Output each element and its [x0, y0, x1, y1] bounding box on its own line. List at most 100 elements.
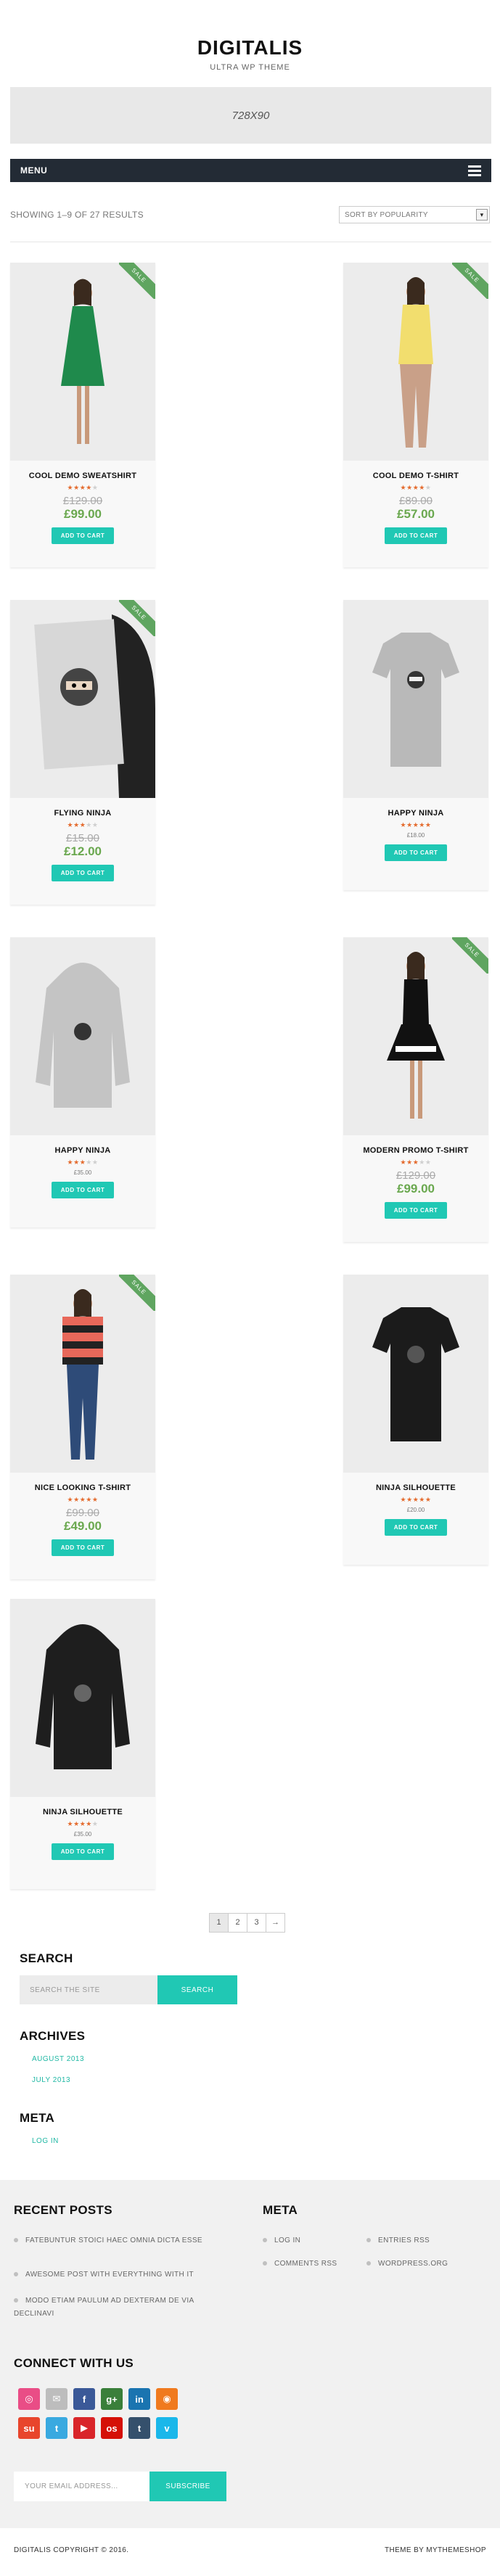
- sale-badge: SALE: [119, 263, 155, 299]
- star-rating: ★★★★★: [10, 1820, 155, 1828]
- add-to-cart-button[interactable]: ADD TO CART: [384, 844, 448, 861]
- star-icon: ★: [79, 1496, 86, 1503]
- rss-icon[interactable]: ◉: [156, 2388, 178, 2410]
- star-icon: ★: [86, 484, 92, 491]
- original-price: £129.00: [396, 1169, 436, 1182]
- product-image[interactable]: [343, 600, 488, 798]
- sort-select[interactable]: SORT BY POPULARITY ▾: [339, 206, 490, 223]
- search-button[interactable]: SEARCH: [157, 1975, 237, 2004]
- footer-meta-login[interactable]: LOG IN: [263, 2236, 300, 2244]
- product-card[interactable]: SALE MODERN PROMO T-SHIRT ★★★★★ £129.00 £99.…: [343, 937, 488, 1242]
- product-card[interactable]: SALE NICE LOOKING T-SHIRT ★★★★★ £99.00 £49.0…: [10, 1275, 155, 1579]
- meta-widget-title: META: [20, 2111, 55, 2125]
- theme-credit[interactable]: THEME BY MYTHEMESHOP: [385, 2546, 486, 2554]
- star-rating: ★★★★★: [343, 1496, 488, 1504]
- linkedin-icon[interactable]: in: [128, 2388, 150, 2410]
- product-title[interactable]: HAPPY NINJA: [10, 1146, 155, 1155]
- product-info: HAPPY NINJA ★★★★★ £18.00 ADD TO CART: [343, 798, 488, 890]
- star-rating: ★★★★★: [343, 484, 488, 492]
- site-logo[interactable]: DIGITALIS: [0, 36, 500, 59]
- add-to-cart-button[interactable]: ADD TO CART: [51, 865, 115, 881]
- newsletter-email-input[interactable]: YOUR EMAIL ADDRESS...: [14, 2472, 149, 2501]
- lastfm-icon[interactable]: os: [101, 2417, 123, 2439]
- add-to-cart-button[interactable]: ADD TO CART: [51, 1539, 115, 1556]
- archive-link-july[interactable]: JULY 2013: [32, 2076, 70, 2084]
- archive-link-august[interactable]: AUGUST 2013: [32, 2055, 84, 2063]
- page: DIGITALIS ULTRA WP THEME 728X90 MENU SHO…: [0, 0, 500, 2576]
- sale-badge: SALE: [452, 263, 488, 299]
- product-image[interactable]: [343, 1275, 488, 1473]
- product-card[interactable]: SALE COOL DEMO SWEATSHIRT ★★★★★ £129.00 £99.…: [10, 263, 155, 567]
- stumbleupon-icon[interactable]: su: [18, 2417, 40, 2439]
- sale-price: £57.00: [397, 507, 435, 521]
- star-icon: ★: [425, 821, 432, 828]
- product-title[interactable]: MODERN PROMO T-SHIRT: [343, 1146, 488, 1155]
- product-card[interactable]: HAPPY NINJA ★★★★★ £35.00 ADD TO CART: [10, 937, 155, 1227]
- product-title[interactable]: NINJA SILHOUETTE: [10, 1808, 155, 1816]
- star-icon: ★: [86, 1820, 92, 1827]
- add-to-cart-button[interactable]: ADD TO CART: [384, 527, 448, 544]
- vimeo-icon[interactable]: v: [156, 2417, 178, 2439]
- product-card[interactable]: HAPPY NINJA ★★★★★ £18.00 ADD TO CART: [343, 600, 488, 890]
- add-to-cart-button[interactable]: ADD TO CART: [384, 1202, 448, 1219]
- dropdown-arrow-icon[interactable]: ▾: [476, 209, 488, 221]
- next-page-link[interactable]: →: [266, 1913, 285, 1933]
- sale-price: £49.00: [64, 1519, 102, 1533]
- star-icon: ★: [425, 1496, 432, 1503]
- tumblr-icon[interactable]: t: [128, 2417, 150, 2439]
- subscribe-button[interactable]: SUBSCRIBE: [149, 2472, 226, 2501]
- page-link[interactable]: 3: [247, 1913, 266, 1933]
- youtube-icon[interactable]: ▶: [73, 2417, 95, 2439]
- star-rating: ★★★★★: [10, 1496, 155, 1504]
- product-price: £35.00: [73, 1831, 92, 1838]
- product-image[interactable]: [10, 937, 155, 1135]
- page-link[interactable]: 2: [228, 1913, 247, 1933]
- facebook-icon[interactable]: f: [73, 2388, 95, 2410]
- bullet-icon: [14, 2238, 18, 2243]
- product-title[interactable]: HAPPY NINJA: [343, 809, 488, 818]
- product-info: COOL DEMO T-SHIRT ★★★★★ £89.00 £57.00 ADD TO…: [343, 461, 488, 567]
- add-to-cart-button[interactable]: ADD TO CART: [51, 1843, 115, 1860]
- mail-icon[interactable]: ✉: [46, 2388, 67, 2410]
- page-link[interactable]: 1: [209, 1913, 229, 1933]
- add-to-cart-button[interactable]: ADD TO CART: [51, 527, 115, 544]
- add-to-cart-button[interactable]: ADD TO CART: [51, 1182, 115, 1198]
- sale-badge-label: SALE: [119, 263, 155, 299]
- product-card[interactable]: NINJA SILHOUETTE ★★★★★ £35.00 ADD TO CART: [10, 1599, 155, 1889]
- meta-link-login[interactable]: LOG IN: [32, 2137, 59, 2145]
- footer-meta-entries-rss[interactable]: ENTRIES RSS: [366, 2236, 430, 2244]
- product-title[interactable]: COOL DEMO SWEATSHIRT: [10, 472, 155, 480]
- recent-post-3[interactable]: MODO ETIAM PAULUM AD DEXTERAM DE VIA DEC…: [14, 2295, 224, 2321]
- footer-meta-comments-rss[interactable]: COMMENTS RSS: [263, 2260, 337, 2268]
- footer-meta-wordpress[interactable]: WORDPRESS.ORG: [366, 2260, 448, 2268]
- star-icon: ★: [91, 821, 99, 828]
- add-to-cart-button[interactable]: ADD TO CART: [384, 1519, 448, 1536]
- sale-price: £99.00: [397, 1182, 435, 1196]
- twitter-icon[interactable]: t: [46, 2417, 67, 2439]
- product-info: COOL DEMO SWEATSHIRT ★★★★★ £129.00 £99.00 AD…: [10, 461, 155, 567]
- sale-badge: SALE: [119, 600, 155, 636]
- star-icon: ★: [425, 484, 432, 491]
- star-icon: ★: [67, 1820, 74, 1827]
- product-card[interactable]: SALE FLYING NINJA ★★★★★ £15.00 £12.00 ADD TO …: [10, 600, 155, 905]
- google-plus-icon[interactable]: g+: [101, 2388, 123, 2410]
- product-image[interactable]: [10, 1599, 155, 1797]
- recent-post-1[interactable]: FATEBUNTUR STOICI HAEC OMNIA DICTA ESSE: [14, 2234, 224, 2247]
- main-nav-bar[interactable]: MENU: [10, 159, 491, 182]
- star-icon: ★: [406, 1496, 413, 1503]
- product-card[interactable]: SALE COOL DEMO T-SHIRT ★★★★★ £89.00 £57.00 AD…: [343, 263, 488, 567]
- product-title[interactable]: FLYING NINJA: [10, 809, 155, 818]
- recent-post-2[interactable]: AWESOME POST WITH EVERYTHING WITH IT: [14, 2271, 224, 2279]
- social-row-1: ◎ ✉ f g+ in ◉: [18, 2388, 178, 2410]
- star-icon: ★: [419, 1159, 425, 1166]
- product-title[interactable]: NICE LOOKING T-SHIRT: [10, 1484, 155, 1492]
- search-input[interactable]: SEARCH THE SITE: [20, 1975, 157, 2004]
- product-title[interactable]: COOL DEMO T-SHIRT: [343, 472, 488, 480]
- dribbble-icon[interactable]: ◎: [18, 2388, 40, 2410]
- product-card[interactable]: NINJA SILHOUETTE ★★★★★ £20.00 ADD TO CART: [343, 1275, 488, 1565]
- product-title[interactable]: NINJA SILHOUETTE: [343, 1484, 488, 1492]
- star-icon: ★: [412, 1159, 419, 1166]
- recent-posts-title: RECENT POSTS: [14, 2203, 112, 2217]
- hamburger-menu-icon[interactable]: [468, 165, 481, 176]
- ad-banner[interactable]: 728X90: [10, 87, 491, 144]
